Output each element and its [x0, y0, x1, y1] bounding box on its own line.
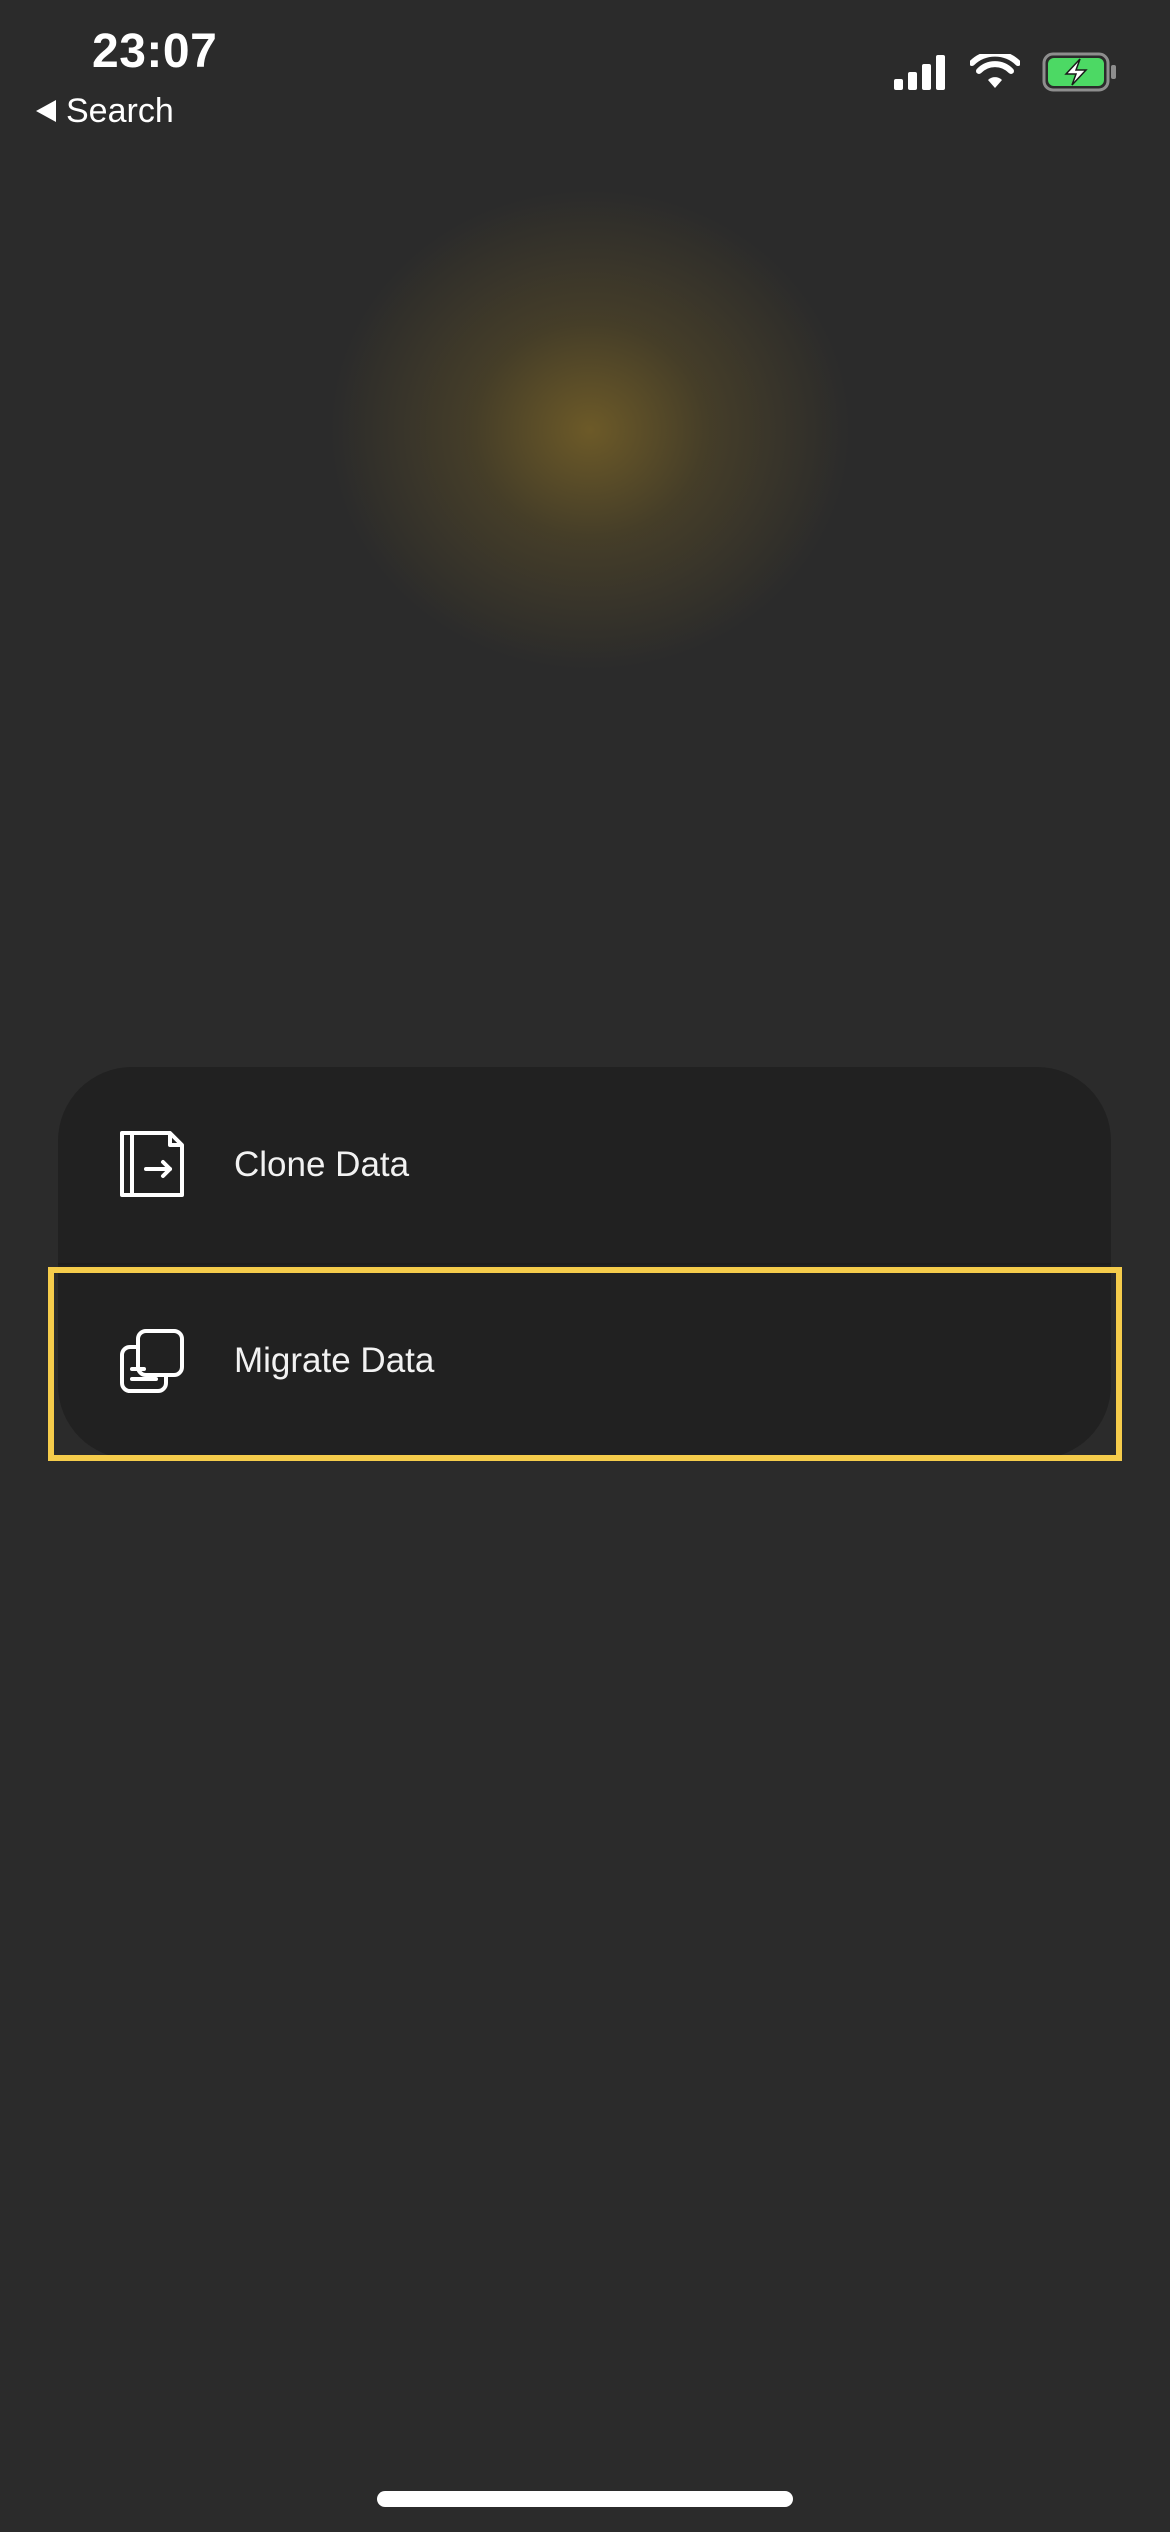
menu-item-clone-data[interactable]: Clone Data: [58, 1067, 1111, 1263]
wifi-icon: [970, 54, 1020, 88]
migrate-data-icon: [120, 1329, 184, 1393]
data-options-menu: Clone Data Migrate Data: [58, 1067, 1111, 1459]
menu-item-clone-data-label: Clone Data: [234, 1145, 410, 1184]
menu-item-migrate-data[interactable]: Migrate Data: [58, 1263, 1111, 1459]
battery-charging-icon: [1042, 52, 1116, 92]
status-icons: [894, 52, 1118, 92]
clone-data-icon: [120, 1131, 184, 1197]
home-indicator[interactable]: [377, 2491, 793, 2507]
back-label: Search: [66, 92, 174, 130]
back-to-search-button[interactable]: Search: [36, 88, 174, 134]
background-glow: [330, 190, 850, 670]
back-arrow-icon: [36, 100, 56, 122]
status-time: 23:07: [92, 25, 218, 78]
menu-item-migrate-data-label: Migrate Data: [234, 1341, 435, 1380]
signal-icon: [894, 55, 945, 90]
